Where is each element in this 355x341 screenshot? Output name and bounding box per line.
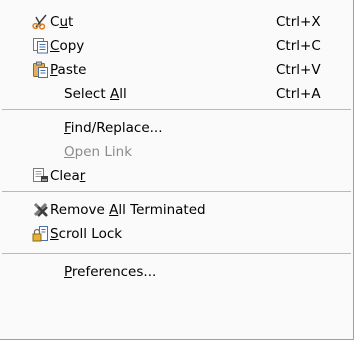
menu-item-select-all[interactable]: Select All Ctrl+A: [0, 82, 353, 106]
menu-item-paste-shortcut: Ctrl+V: [276, 62, 321, 78]
menu-item-find-replace[interactable]: Find/Replace...: [0, 116, 353, 140]
paste-icon: [32, 61, 49, 78]
menu-item-scroll-lock[interactable]: Scroll Lock: [0, 222, 353, 246]
menu-item-copy-shortcut: Ctrl+C: [276, 38, 321, 54]
menu-item-copy[interactable]: Copy Ctrl+C: [0, 34, 353, 58]
menu-separator: [2, 109, 351, 110]
menu-item-remove-all-terminated[interactable]: Remove All Terminated: [0, 198, 353, 222]
clear-console-icon: [32, 167, 49, 184]
menu-item-copy-label: Copy: [50, 38, 85, 54]
context-menu: Cut Ctrl+X Copy Ctrl+C Paste Ctrl+V Sele…: [0, 0, 354, 340]
menu-item-paste[interactable]: Paste Ctrl+V: [0, 58, 353, 82]
menu-item-open-link: Open Link: [0, 140, 353, 164]
menu-item-cut[interactable]: Cut Ctrl+X: [0, 10, 353, 34]
menu-item-scroll-lock-label: Scroll Lock: [50, 226, 123, 242]
menu-item-select-all-label: Select All: [64, 86, 127, 102]
menu-item-cut-label: Cut: [50, 14, 74, 30]
remove-terminated-icon: [32, 201, 49, 218]
menu-item-preferences-label: Preferences...: [64, 264, 157, 280]
menu-item-find-replace-label: Find/Replace...: [64, 120, 163, 136]
menu-item-clear[interactable]: Clear: [0, 164, 353, 188]
menu-item-paste-label: Paste: [50, 62, 87, 78]
menu-item-cut-shortcut: Ctrl+X: [276, 14, 321, 30]
menu-item-select-all-shortcut: Ctrl+A: [276, 86, 321, 102]
copy-icon: [32, 37, 49, 54]
scissors-icon: [32, 13, 49, 30]
menu-separator: [2, 253, 351, 254]
menu-item-clear-label: Clear: [50, 168, 86, 184]
menu-item-remove-all-terminated-label: Remove All Terminated: [50, 202, 206, 218]
menu-separator: [2, 191, 351, 192]
menu-item-open-link-label: Open Link: [64, 144, 133, 160]
menu-item-preferences[interactable]: Preferences...: [0, 260, 353, 284]
scroll-lock-icon: [32, 225, 49, 242]
